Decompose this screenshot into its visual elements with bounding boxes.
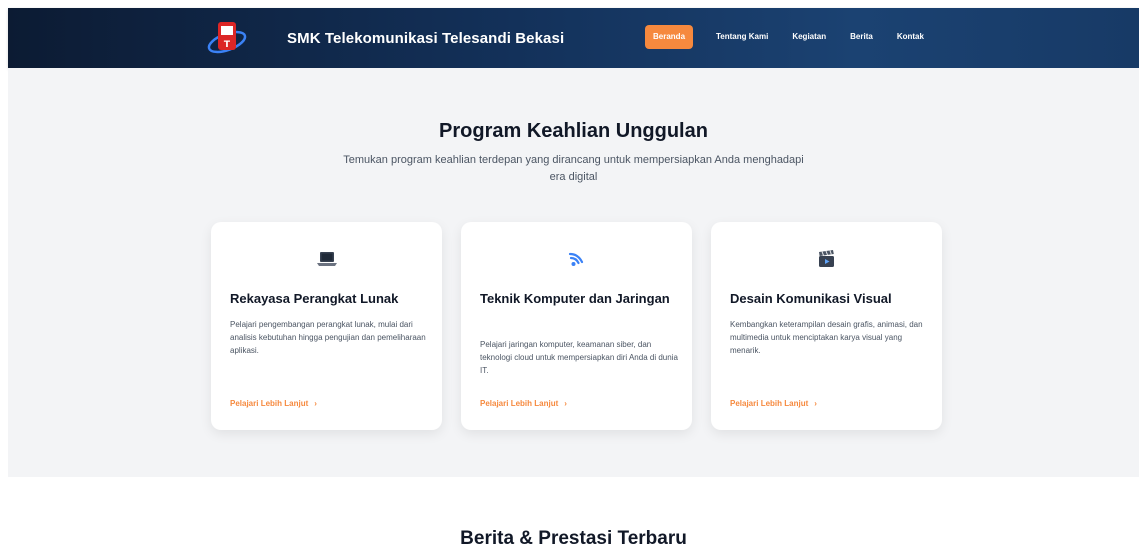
card-title: Teknik Komputer dan Jaringan: [480, 291, 670, 306]
laptop-icon: [316, 250, 338, 268]
navbar: T SMK Telekomunikasi Telesandi Bekasi Be…: [8, 8, 1139, 68]
card-description: Pelajari pengembangan perangkat lunak, m…: [230, 320, 426, 355]
svg-text:T: T: [224, 40, 231, 50]
card-description: Kembangkan keterampilan desain grafis, a…: [730, 320, 923, 355]
learn-more-label: Pelajari Lebih Lanjut: [480, 399, 559, 408]
learn-more-link[interactable]: Pelajari Lebih Lanjut ›: [480, 399, 567, 408]
clapperboard-icon: [816, 250, 838, 268]
wifi-icon: [566, 250, 588, 268]
chevron-right-icon: ›: [814, 399, 817, 408]
learn-more-link[interactable]: Pelajari Lebih Lanjut ›: [730, 399, 817, 408]
learn-more-label: Pelajari Lebih Lanjut: [730, 399, 809, 408]
school-logo[interactable]: T: [205, 16, 249, 60]
card-title: Rekayasa Perangkat Lunak: [230, 291, 399, 306]
learn-more-label: Pelajari Lebih Lanjut: [230, 399, 309, 408]
program-card-dkv: Desain Komunikasi Visual Kembangkan kete…: [711, 222, 942, 430]
nav-kegiatan[interactable]: Kegiatan: [786, 25, 832, 49]
card-title: Desain Komunikasi Visual: [730, 291, 892, 306]
program-card-tkj: Teknik Komputer dan Jaringan Pelajari ja…: [461, 222, 692, 430]
nav-berita[interactable]: Berita: [844, 25, 879, 49]
main-nav: Beranda Tentang Kami Kegiatan Berita Kon…: [645, 25, 942, 49]
nav-beranda[interactable]: Beranda: [645, 25, 694, 49]
nav-tentang-kami[interactable]: Tentang Kami: [710, 25, 774, 49]
program-subtitle: Temukan program keahlian terdepan yang d…: [343, 154, 804, 183]
chevron-right-icon: ›: [314, 399, 317, 408]
news-section-title: Berita & Prestasi Terbaru: [460, 528, 687, 549]
program-card-rpl: Rekayasa Perangkat Lunak Pelajari pengem…: [211, 222, 442, 430]
card-description: Pelajari jaringan komputer, keamanan sib…: [480, 340, 678, 375]
program-title: Program Keahlian Unggulan: [439, 120, 708, 142]
program-section: Program Keahlian Unggulan Temukan progra…: [8, 68, 1139, 477]
school-name[interactable]: SMK Telekomunikasi Telesandi Bekasi: [287, 30, 564, 47]
learn-more-link[interactable]: Pelajari Lebih Lanjut ›: [230, 399, 317, 408]
nav-kontak[interactable]: Kontak: [891, 25, 930, 49]
chevron-right-icon: ›: [564, 399, 567, 408]
